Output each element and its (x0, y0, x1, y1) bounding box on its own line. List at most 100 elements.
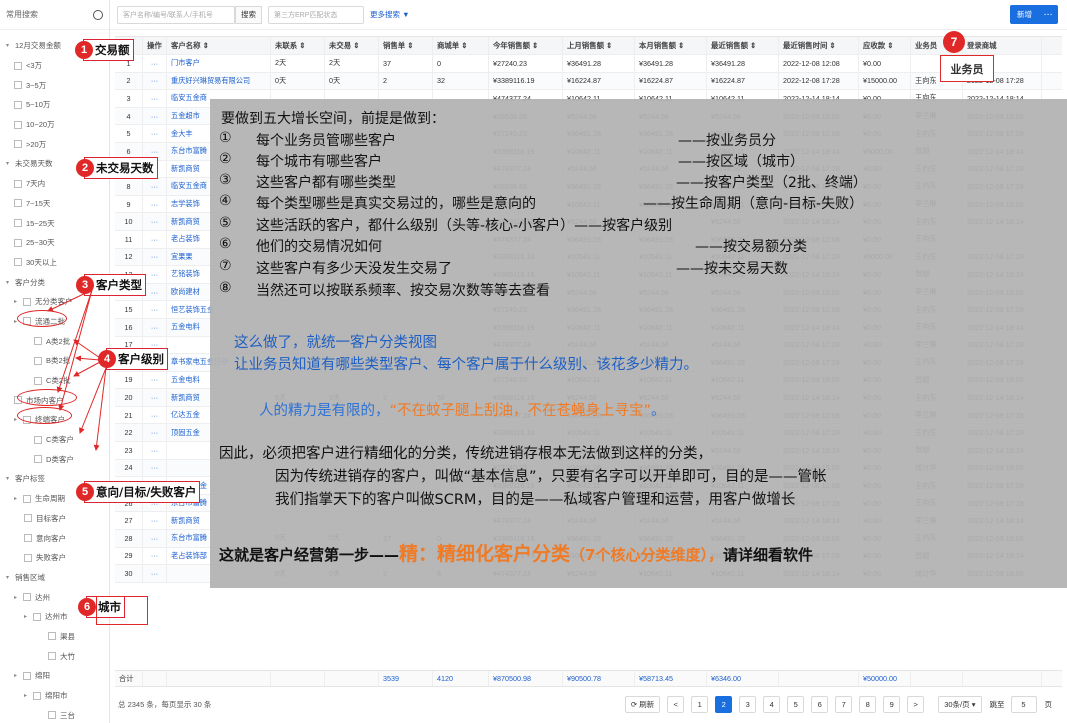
row-more-icon[interactable]: ··· (143, 107, 167, 125)
page-button[interactable]: 2 (715, 695, 733, 713)
checkbox[interactable] (14, 81, 22, 90)
row-more-icon[interactable]: ··· (143, 90, 167, 107)
filter-item[interactable]: 25~30天 (0, 233, 109, 253)
checkbox[interactable] (48, 711, 56, 720)
page-button[interactable]: 6 (811, 695, 829, 713)
row-more-icon[interactable]: ··· (143, 442, 167, 459)
jump-input[interactable]: 5 (1010, 695, 1037, 713)
column-header-mall-login[interactable]: 登录商城 (963, 37, 1042, 54)
column-header-actions[interactable]: 操作 (143, 37, 167, 54)
checkbox[interactable] (34, 376, 42, 385)
filter-item[interactable]: >20万 (0, 134, 109, 154)
checkbox[interactable] (34, 356, 42, 365)
row-more-icon[interactable]: ··· (143, 178, 167, 195)
filter-item[interactable]: C类2批 (0, 371, 109, 391)
filter-item[interactable]: 渠县 (0, 627, 109, 647)
checkbox[interactable] (14, 61, 22, 70)
filter-item[interactable]: ▸ 绵阳市 (0, 686, 109, 706)
chevron-down-icon[interactable]: ▾ (6, 160, 14, 167)
filter-item[interactable]: ▸ 绵阳 (0, 666, 109, 686)
column-header-mall-orders[interactable]: 商城单 ⇕ (433, 37, 489, 54)
filter-item[interactable]: D类客户 (0, 449, 109, 469)
filter-item[interactable]: 5~10万 (0, 95, 109, 115)
filter-item[interactable]: 三台 (0, 705, 109, 723)
page-button[interactable]: 8 (859, 695, 877, 713)
prev-page-button[interactable]: < (667, 695, 685, 713)
refresh-button[interactable]: ⟳ 刷新 (624, 695, 661, 713)
row-more-icon[interactable]: ··· (143, 283, 167, 301)
filter-item[interactable]: 30天以上 (0, 253, 109, 273)
filter-item[interactable]: 失败客户 (0, 548, 109, 568)
column-header-recent-sales[interactable]: 最近销售额 ⇕ (707, 37, 779, 54)
row-more-icon[interactable]: ··· (143, 248, 167, 266)
column-header-recent-sale-time[interactable]: 最近销售时间 ⇕ (779, 37, 859, 54)
checkbox[interactable] (33, 612, 41, 621)
filter-item[interactable]: 目标客户 (0, 509, 109, 529)
column-header-days-uncontacted[interactable]: 未联系 ⇕ (271, 37, 325, 54)
filter-item[interactable]: B类2批 (0, 351, 109, 371)
filter-item[interactable]: 10~20万 (0, 115, 109, 135)
row-more-icon[interactable]: ··· (143, 389, 167, 406)
chevron-right-icon[interactable]: ▸ (24, 613, 32, 620)
row-more-icon[interactable]: ··· (143, 406, 167, 424)
checkbox[interactable] (14, 258, 22, 267)
chevron-right-icon[interactable]: ▸ (14, 495, 22, 502)
cell-customer-name[interactable]: 重庆好兴琳贸易有限公司 (167, 72, 271, 90)
row-more-icon[interactable]: ··· (143, 512, 167, 530)
page-button[interactable]: 3 (739, 695, 757, 713)
chevron-right-icon[interactable]: ▸ (24, 692, 32, 699)
checkbox[interactable] (14, 120, 22, 129)
checkbox[interactable] (24, 534, 32, 543)
row-more-icon[interactable]: ··· (143, 459, 167, 477)
more-search-link[interactable]: 更多搜索 ▼ (370, 9, 410, 20)
filter-item[interactable]: 意向客户 (0, 528, 109, 548)
page-button[interactable]: 1 (691, 695, 709, 713)
row-more-icon[interactable]: ··· (143, 125, 167, 142)
row-more-icon[interactable]: ··· (143, 301, 167, 318)
checkbox[interactable] (23, 297, 31, 306)
checkbox[interactable] (34, 455, 42, 464)
page-size-select[interactable]: 30条/页 ▾ (938, 695, 982, 713)
checkbox[interactable] (14, 140, 22, 149)
table-row[interactable]: 2 ··· 重庆好兴琳贸易有限公司 0天 0天 2 32 ¥3389116.19 ¥16224.… (115, 72, 1062, 91)
checkbox[interactable] (48, 632, 56, 641)
checkbox[interactable] (23, 671, 31, 680)
chevron-right-icon[interactable]: ▸ (14, 298, 22, 305)
more-icon[interactable]: ··· (1044, 10, 1053, 19)
row-more-icon[interactable]: ··· (143, 371, 167, 389)
row-more-icon[interactable]: ··· (143, 230, 167, 248)
row-more-icon[interactable]: ··· (143, 424, 167, 442)
column-header-year-sales[interactable]: 今年销售额 ⇕ (489, 37, 563, 54)
filter-item[interactable]: ▾ 销售区域 (0, 568, 109, 588)
column-header-customer-name[interactable]: 客户名称 ⇕ (167, 37, 271, 54)
checkbox[interactable] (24, 514, 32, 523)
chevron-down-icon[interactable]: ▾ (6, 42, 14, 49)
checkbox[interactable] (14, 199, 22, 208)
row-more-icon[interactable]: ··· (143, 547, 167, 565)
filter-item[interactable]: 7~15天 (0, 194, 109, 214)
filter-item[interactable]: 大竹 (0, 646, 109, 666)
checkbox[interactable] (14, 100, 22, 109)
row-more-icon[interactable]: ··· (143, 565, 167, 582)
row-more-icon[interactable]: ··· (143, 72, 167, 90)
checkbox[interactable] (48, 652, 56, 661)
page-button[interactable]: 9 (883, 695, 901, 713)
checkbox[interactable] (23, 593, 31, 602)
cell-customer-name[interactable]: 门市客户 (167, 55, 271, 72)
common-search-label[interactable]: 常用搜索 (6, 9, 38, 20)
column-header-this-month-sales[interactable]: 本月销售额 ⇕ (635, 37, 707, 54)
column-header-sales-orders[interactable]: 销售单 ⇕ (379, 37, 433, 54)
table-row[interactable]: 1 ··· 门市客户 2天 2天 37 0 ¥27240.23 ¥36491.28 ¥36491.… (115, 55, 1062, 73)
page-button[interactable]: 4 (763, 695, 781, 713)
chevron-down-icon[interactable]: ▾ (6, 574, 14, 581)
column-header-last-month-sales[interactable]: 上月销售额 ⇕ (563, 37, 635, 54)
checkbox[interactable] (33, 691, 41, 700)
customer-search-input[interactable]: 客户名称/编号/联系人/手机号 (117, 5, 235, 24)
checkbox[interactable] (34, 337, 42, 346)
row-more-icon[interactable]: ··· (143, 266, 167, 283)
chevron-down-icon[interactable]: ▾ (6, 279, 14, 286)
checkbox[interactable] (14, 238, 22, 247)
filter-item[interactable]: A类2批 (0, 331, 109, 351)
erp-match-select[interactable]: 第三方ERP匹配状态 (268, 5, 364, 24)
checkbox[interactable] (34, 435, 42, 444)
